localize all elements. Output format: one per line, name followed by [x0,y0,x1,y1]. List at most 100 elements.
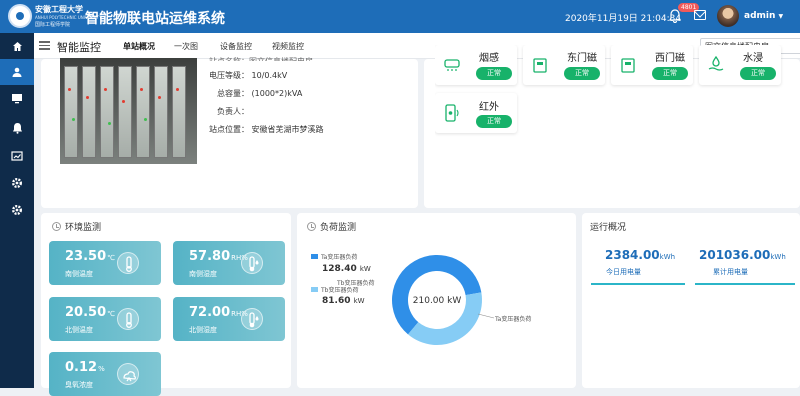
env-value: 20.50 [65,305,107,320]
env-label: 北侧温度 [65,326,93,334]
env-north-humidity: 72.00RH% 北侧湿度 [173,297,285,341]
load-unit: kW [359,265,371,273]
sensor-grid: 烟感 正常 东门磁 正常 西门磁 正常 水浸 正常 红外 正常 [435,45,795,140]
sensor-infrared: 红外 正常 [435,93,517,133]
today-unit: kWh [659,253,676,261]
load-unit: kW [353,297,365,305]
clock-icon [307,222,316,231]
total-value: 201036.00 [699,248,771,262]
env-unit: % [98,365,105,373]
total-energy-value: 201036.00kWh [699,248,786,262]
ozone-icon [117,363,139,385]
legend-swatch [311,254,318,259]
divider [695,283,795,285]
datetime-display: 2020年11月19日 21:04:34 [565,14,682,24]
legend-value-ta: 128.40 kW [322,264,371,274]
legend-label: Ta变压器负荷 [321,254,358,261]
sidebar-item-settings[interactable] [0,197,34,223]
username: admin [744,11,776,21]
today-energy-label: 今日用电量 [606,268,641,276]
avatar[interactable] [717,5,739,27]
page-title: 智能监控 [57,41,101,54]
sensor-name: 烟感 [479,53,499,64]
chart-icon [11,151,23,161]
tab-video-monitor[interactable]: 视频监控 [272,41,304,52]
today-energy-value: 2384.00kWh [605,248,675,262]
load-donut-chart: 210.00 kW [392,255,495,345]
manager: 负责人： [217,107,249,116]
humidity-icon [241,308,263,330]
sensor-west-door: 西门磁 正常 [611,45,693,85]
env-value: 23.50 [65,249,107,264]
sidebar-item-report[interactable] [0,143,34,169]
school-name: 安徽工程大学 [35,4,83,14]
total-energy-label: 累计用电量 [713,268,748,276]
operation-title: 运行概况 [590,223,627,233]
slice-label-tb: Tb变压器负荷 [337,278,375,287]
sensor-name: 红外 [479,102,499,113]
clock-icon [52,222,61,231]
env-value: 57.80 [189,249,231,264]
load-title-text: 负荷监测 [320,223,357,233]
env-unit: ℃ [107,310,115,318]
donut-center-label: 210.00 kW [413,296,462,306]
user-menu[interactable]: admin ▼ [744,11,783,21]
chevron-down-icon: ▼ [778,13,784,20]
tab-station-overview[interactable]: 单站概况 [123,41,155,60]
tab-primary-diagram[interactable]: 一次图 [174,41,198,52]
total-capacity: 总容量： (1000*2)kVA [217,89,303,98]
menu-toggle-icon[interactable] [39,41,50,50]
humidity-icon [241,252,263,274]
total-unit: kWh [770,253,786,261]
gear-icon [12,178,22,188]
thermometer-icon [117,252,139,274]
sidebar-item-monitor[interactable] [0,59,34,85]
university-logo-icon [8,4,32,28]
sidebar-item-alarm[interactable] [0,115,34,141]
leader-line [477,313,495,319]
sensor-east-door: 东门磁 正常 [523,45,605,85]
slice-label-ta: Ta变压器负荷 [495,316,532,323]
smoke-sensor-icon [444,59,460,71]
load-title: 负荷监测 [307,220,356,233]
env-label: 南侧温度 [65,270,93,278]
status-badge: 正常 [564,67,600,80]
station-photo [60,58,197,164]
sensor-name: 西门磁 [655,53,685,64]
env-ozone: 0.12% 臭氧浓度 [49,352,161,396]
infrared-sensor-icon [445,104,459,122]
env-north-temperature: 20.50℃ 北侧温度 [49,297,161,341]
sidebar-item-home[interactable] [0,33,34,59]
sensor-name: 水浸 [743,53,763,64]
voltage-level: 电压等级： 10/0.4kV [209,71,288,80]
env-label: 北侧湿度 [189,326,217,334]
tab-device-monitor[interactable]: 设备监控 [220,41,252,52]
status-badge: 正常 [476,115,512,128]
env-south-temperature: 23.50℃ 南侧温度 [49,241,161,285]
monitor-people-icon [12,67,22,77]
station-name-line: 站点名称：图文信息楼配电房 [209,56,313,61]
system-title: 智能物联电站运维系统 [85,11,225,27]
sidebar-item-screen[interactable] [0,85,34,111]
legend-item-ta: Ta变压器负荷 [311,252,357,261]
env-label: 臭氧浓度 [65,381,93,389]
status-badge: 正常 [740,67,776,80]
settings-icon [12,205,22,215]
env-value: 72.00 [189,305,231,320]
divider [591,283,685,285]
environment-title: 环境监测 [52,220,101,233]
water-sensor-icon [708,55,724,71]
mail-icon[interactable] [694,10,706,20]
school-subtitle: 国际工程师学院 [35,22,71,28]
sidebar-item-devices[interactable] [0,170,34,196]
env-unit: ℃ [107,254,115,262]
env-value: 0.12 [65,360,98,375]
env-label: 南侧湿度 [189,270,217,278]
legend-label: Tb变压器负荷 [321,287,359,294]
status-badge: 正常 [652,67,688,80]
env-south-humidity: 57.80RH% 南侧湿度 [173,241,285,285]
top-bar: 安徽工程大学 ANHUI POLYTECHNIC UNIVERSITY 国际工程… [0,0,800,33]
operation-card [582,213,800,388]
load-value: 81.60 [322,296,351,306]
today-value: 2384.00 [605,248,660,262]
